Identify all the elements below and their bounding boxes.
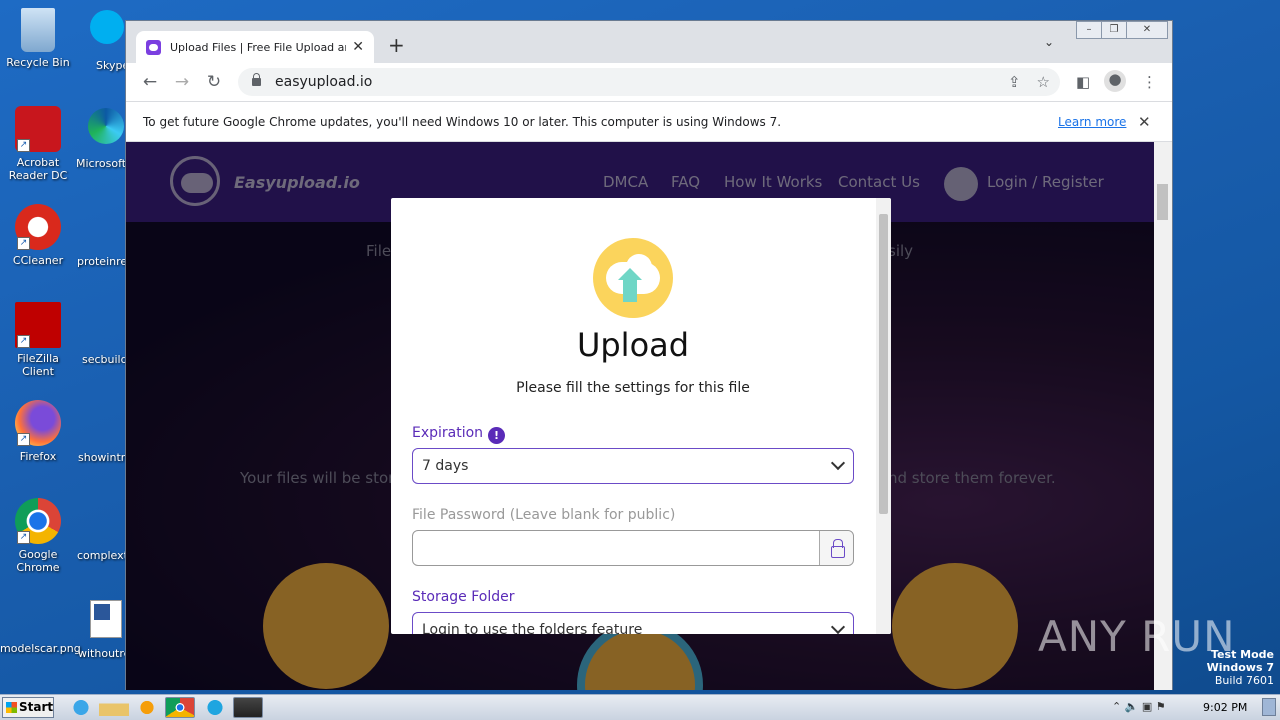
easyupload-favicon xyxy=(146,39,161,55)
desktop-label-withoutre: withoutre xyxy=(78,647,131,660)
desktop-label-microsoft: Microsoft xyxy=(76,157,127,170)
info-exclamation-icon[interactable]: ! xyxy=(488,427,506,444)
tab-strip: Upload Files | Free File Upload and T ✕ … xyxy=(126,21,1172,63)
expiration-label-text: Expiration xyxy=(412,425,484,441)
taskbar: Start ⌃ 🔈 ▣ ⚑ 9:02 PM xyxy=(0,694,1280,720)
menu-kebab-icon[interactable]: ⋮ xyxy=(1142,73,1157,91)
desktop-icon-chrome[interactable]: ↗ Google Chrome xyxy=(0,498,76,574)
explorer-taskbar-icon[interactable] xyxy=(99,697,129,718)
media-player-taskbar-icon[interactable] xyxy=(132,697,162,718)
tray-icons[interactable]: ⌃ 🔈 ▣ ⚑ xyxy=(1112,700,1166,713)
app-taskbar-icon[interactable] xyxy=(233,697,263,718)
profile-avatar-icon[interactable]: ● xyxy=(1104,70,1126,92)
ie-taskbar-icon[interactable] xyxy=(66,697,96,718)
infobar-text: To get future Google Chrome updates, you… xyxy=(143,114,782,129)
storage-folder-value: Login to use the folders feature xyxy=(422,622,643,634)
url-text: easyupload.io xyxy=(275,74,373,90)
recycle-bin-icon xyxy=(21,8,55,52)
share-icon[interactable]: ⇪ xyxy=(1008,73,1021,91)
edge-taskbar-icon[interactable] xyxy=(200,697,230,718)
expiration-select[interactable]: 7 days xyxy=(412,448,854,484)
page-viewport: Easyupload.io DMCA FAQ How It Works Cont… xyxy=(126,142,1154,690)
new-tab-button[interactable]: + xyxy=(388,33,405,57)
page-scrollbar[interactable] xyxy=(1154,142,1172,690)
minimize-button[interactable]: – xyxy=(1076,21,1102,39)
chrome-window: Upload Files | Free File Upload and T ✕ … xyxy=(125,20,1173,690)
desktop-icon-filezilla[interactable]: ↗ FileZilla Client xyxy=(0,302,76,378)
test-mode-notice: Test Mode Windows 7 Build 7601 xyxy=(1207,648,1274,687)
modal-scrollbar[interactable] xyxy=(876,198,891,634)
desktop-icon-ccleaner[interactable]: ↗ CCleaner xyxy=(0,204,76,267)
tab-search-chevron-icon[interactable]: ⌄ xyxy=(1044,35,1054,49)
password-field[interactable] xyxy=(412,530,854,566)
acrobat-icon: ↗ xyxy=(15,106,61,152)
back-icon[interactable]: ← xyxy=(134,72,166,92)
lock-icon[interactable] xyxy=(252,73,261,86)
lock-icon[interactable] xyxy=(819,531,853,565)
tab-title: Upload Files | Free File Upload and T xyxy=(170,40,346,54)
word-doc-icon[interactable] xyxy=(90,600,122,638)
test-mode-line-2: Windows 7 xyxy=(1206,661,1274,674)
image-file-icon xyxy=(15,598,61,638)
chrome-icon: ↗ xyxy=(15,498,61,544)
skype-icon[interactable] xyxy=(90,10,124,44)
forward-icon[interactable]: → xyxy=(166,72,198,92)
desktop-label-showintro: showintro xyxy=(78,451,132,464)
side-panel-icon[interactable]: ◧ xyxy=(1076,73,1090,91)
close-window-button[interactable]: ✕ xyxy=(1126,21,1168,39)
edge-icon[interactable] xyxy=(88,108,124,144)
upload-arrow-icon xyxy=(623,278,637,302)
filezilla-icon: ↗ xyxy=(15,302,61,348)
upload-modal: Upload Please fill the settings for this… xyxy=(391,198,891,634)
tab-easyupload[interactable]: Upload Files | Free File Upload and T ✕ xyxy=(136,31,374,63)
reload-icon[interactable]: ↻ xyxy=(198,72,230,92)
chevron-down-icon xyxy=(830,455,846,471)
modal-title: Upload xyxy=(576,326,690,364)
chrome-taskbar-icon[interactable] xyxy=(165,697,195,718)
chevron-down-icon xyxy=(830,619,846,634)
show-desktop-button[interactable] xyxy=(1262,698,1276,716)
ccleaner-icon: ↗ xyxy=(15,204,61,250)
page-scrollbar-thumb[interactable] xyxy=(1157,184,1168,220)
desktop-icon-recycle-bin[interactable]: Recycle Bin xyxy=(0,8,76,69)
address-bar[interactable]: easyupload.io ⇪ ☆ xyxy=(238,68,1060,96)
modal-scrollbar-thumb[interactable] xyxy=(879,214,888,514)
storage-folder-label: Storage Folder xyxy=(412,589,515,605)
desktop-icon-acrobat[interactable]: ↗ Acrobat Reader DC xyxy=(0,106,76,182)
browser-toolbar: ← → ↻ easyupload.io ⇪ ☆ ◧ ● ⋮ xyxy=(126,63,1172,101)
password-label: File Password (Leave blank for public) xyxy=(412,507,676,523)
update-infobar: To get future Google Chrome updates, you… xyxy=(126,101,1172,142)
desktop-label-secbuild: secbuild. xyxy=(82,353,132,366)
test-mode-line-3: Build 7601 xyxy=(1214,674,1274,687)
learn-more-link[interactable]: Learn more xyxy=(1058,115,1126,129)
taskbar-clock[interactable]: 9:02 PM xyxy=(1203,701,1247,714)
desktop-icon-firefox[interactable]: ↗ Firefox xyxy=(0,400,76,463)
bookmark-star-icon[interactable]: ☆ xyxy=(1037,73,1050,91)
desktop-icon-modelscar[interactable]: modelscar.png xyxy=(0,598,81,655)
start-button[interactable]: Start xyxy=(2,697,54,718)
firefox-icon: ↗ xyxy=(15,400,61,446)
tab-close-icon[interactable]: ✕ xyxy=(352,39,364,55)
expiration-label: Expiration! xyxy=(412,425,506,444)
storage-folder-select[interactable]: Login to use the folders feature xyxy=(412,612,854,634)
infobar-close-icon[interactable]: ✕ xyxy=(1138,113,1151,131)
test-mode-line-1: Test Mode xyxy=(1211,648,1274,661)
modal-subtitle: Please fill the settings for this file xyxy=(516,380,750,396)
maximize-button[interactable]: ❐ xyxy=(1101,21,1127,39)
expiration-value: 7 days xyxy=(422,458,469,474)
